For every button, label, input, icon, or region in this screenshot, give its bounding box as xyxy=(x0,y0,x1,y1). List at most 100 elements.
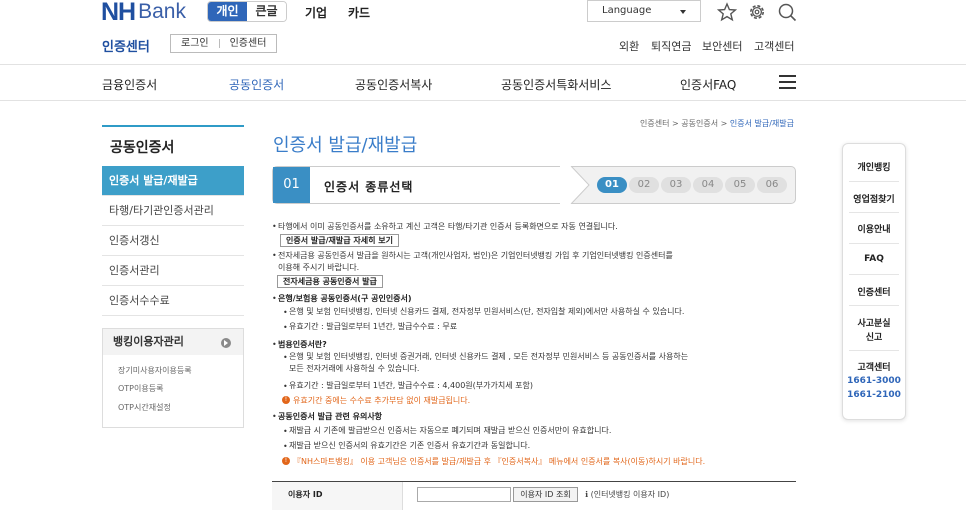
quick-usage-guide[interactable]: 이용안내 xyxy=(843,222,905,235)
bullet-marker: • xyxy=(283,442,288,451)
personal-tab[interactable]: 개인 xyxy=(208,2,247,21)
logo-nh-text: NH xyxy=(101,0,136,26)
issue-detail-button[interactable]: 인증서 발급/재발급 자세히 보기 xyxy=(280,234,399,247)
bullet-marker: • xyxy=(283,323,288,332)
sidebar-item-other-bank[interactable]: 타행/타기관인증서관리 xyxy=(102,196,244,226)
user-id-lookup-button[interactable]: 이용자 ID 조회 xyxy=(513,487,578,502)
quick-divider xyxy=(849,181,899,182)
gnb-divider xyxy=(0,100,966,101)
gnb-joint-cert[interactable]: 공동인증서 xyxy=(229,76,284,93)
user-id-note: ℹ (인터넷뱅킹 이용자 ID) xyxy=(585,489,669,500)
gnb-special-service[interactable]: 공동인증서특화서비스 xyxy=(501,76,611,93)
section-bank-cert-heading: 은행/보험용 공동인증서(구 공인인증서) xyxy=(278,294,412,303)
step-chevron-shape xyxy=(560,166,590,204)
chevron-down-icon xyxy=(680,10,686,14)
banking-link-dormant[interactable]: 장기미사용자이용등록 xyxy=(118,365,192,376)
general-cert-usage-line2: 모든 전자거래에 사용하실 수 있습니다. xyxy=(289,364,420,373)
notice-tax-line1: 전자세금용 공동인증서 발급을 원하시는 고객(개인사업자, 법인)은 기업인터… xyxy=(278,251,673,260)
step-pill-02: 02 xyxy=(629,177,659,193)
user-id-label: 이용자 ID xyxy=(288,490,323,499)
gnb-cert-copy[interactable]: 공동인증서복사 xyxy=(355,76,432,93)
tax-cert-issue-button[interactable]: 전자세금용 공동인증서 발급 xyxy=(277,275,383,288)
section-buttons: 로그인 인증센터 xyxy=(170,34,278,53)
sidebar-top-rule xyxy=(102,125,244,127)
banking-link-otp-time[interactable]: OTP시간재설정 xyxy=(118,402,171,413)
star-icon[interactable] xyxy=(717,2,737,22)
language-select[interactable]: Language xyxy=(587,0,701,22)
bullet-marker: • xyxy=(283,353,288,362)
breadcrumb-item[interactable]: 공동인증서 xyxy=(681,119,718,128)
quick-divider xyxy=(849,350,899,351)
smart-banking-copy-warning: 『NH스마트뱅킹』 이용 고객님은 인증서를 발급/재발급 후 『인증서복사』 … xyxy=(293,457,706,466)
general-cert-usage-line1: 은행 및 보험 인터넷뱅킹, 인터넷 증권거래, 인터넷 신용카드 결제 , 모… xyxy=(289,352,689,361)
section-title[interactable]: 인증센터 xyxy=(102,36,150,55)
bank-cert-validity: 유효기간 : 발급일로부터 1년간, 발급수수료 : 무료 xyxy=(289,322,458,331)
breadcrumb: 인증센터 > 공동인증서 > 인증서 발급/재발급 xyxy=(640,119,794,128)
sidebar-item-fee[interactable]: 인증서수수료 xyxy=(102,286,244,316)
general-cert-validity: 유효기간 : 발급일로부터 1년간, 발급수수료 : 4,400원(부가가치세 … xyxy=(289,381,533,390)
info-icon: ℹ xyxy=(585,490,589,499)
page-title: 인증서 발급/재발급 xyxy=(273,135,418,156)
large-text-tab[interactable]: 큰글 xyxy=(247,2,286,21)
top-nav-card[interactable]: 카드 xyxy=(348,4,370,21)
logo-bank-text: Bank xyxy=(138,0,186,23)
gear-icon[interactable] xyxy=(747,2,767,22)
top-nav-corporate[interactable]: 기업 xyxy=(305,4,327,21)
warning-icon: ! xyxy=(282,396,290,404)
language-label: Language xyxy=(602,5,652,16)
quick-divider xyxy=(849,274,899,275)
util-link-forex[interactable]: 외환 xyxy=(619,38,639,54)
step-current-number: 01 xyxy=(273,167,310,203)
notice-tax-line2: 이용해 주시기 바랍니다. xyxy=(278,263,360,272)
quick-branch-finder[interactable]: 영업점찾기 xyxy=(843,192,905,205)
quick-loss-report[interactable]: 사고분실 xyxy=(843,316,905,329)
bullet-marker: • xyxy=(283,308,288,317)
util-link-security[interactable]: 보안센터 xyxy=(702,38,742,54)
quick-divider xyxy=(849,243,899,244)
step-pill-06: 06 xyxy=(757,177,787,193)
search-icon[interactable] xyxy=(777,2,797,22)
user-id-input[interactable] xyxy=(417,487,511,502)
bullet-marker: • xyxy=(272,294,277,303)
util-link-customer[interactable]: 고객센터 xyxy=(754,38,794,54)
gnb-cert-faq[interactable]: 인증서FAQ xyxy=(680,76,736,93)
nh-bank-logo[interactable]: NH Bank xyxy=(101,0,186,26)
sidebar-item-issue[interactable]: 인증서 발급/재발급 xyxy=(102,166,244,196)
quick-divider xyxy=(849,212,899,213)
login-button[interactable]: 로그인 xyxy=(171,35,219,52)
general-cert-reissue-warning: 유효기간 중에는 수수료 추가부담 없이 재발급됩니다. xyxy=(293,396,471,405)
sidebar-item-manage[interactable]: 인증서관리 xyxy=(102,256,244,286)
bullet-marker: • xyxy=(283,382,288,391)
quick-faq[interactable]: FAQ xyxy=(843,254,905,264)
breadcrumb-current: 인증서 발급/재발급 xyxy=(729,119,794,128)
bullet-marker: • xyxy=(272,222,277,231)
bullet-marker: • xyxy=(272,251,277,260)
quick-personal-banking[interactable]: 개인뱅킹 xyxy=(843,160,905,173)
sidebar-item-renew[interactable]: 인증서갱신 xyxy=(102,226,244,256)
quick-customer-center[interactable]: 고객센터 xyxy=(843,360,905,373)
breadcrumb-item[interactable]: 인증센터 xyxy=(640,119,669,128)
user-id-note-text: (인터넷뱅킹 이용자 ID) xyxy=(590,490,670,499)
bullet-marker: • xyxy=(272,340,277,349)
quick-loss-report-line2[interactable]: 신고 xyxy=(843,330,905,343)
notice-other-bank: 타행에서 이미 공동인증서를 소유하고 계신 고객은 타행/타기관 인증서 등록… xyxy=(278,222,618,231)
bank-cert-usage: 은행 및 보험 인터넷뱅킹, 인터넷 신용카드 결제, 전자정부 민원서비스(단… xyxy=(289,307,685,316)
banking-link-otp-register[interactable]: OTP이용등록 xyxy=(118,383,163,394)
caution-revoke: 재발급 시 기존에 발급받으신 인증서는 자동으로 폐기되며 재발급 받으신 인… xyxy=(289,426,612,435)
cert-center-button[interactable]: 인증센터 xyxy=(220,35,277,52)
hamburger-menu-icon[interactable] xyxy=(779,75,796,89)
caution-validity: 재발급 받으신 인증서의 유효기간은 기존 인증서 유효기간과 동일합니다. xyxy=(289,441,531,450)
quick-phone-2[interactable]: 1661-2100 xyxy=(843,390,905,400)
quick-phone-1[interactable]: 1661-3000 xyxy=(843,376,905,386)
gnb-financial-cert[interactable]: 금융인증서 xyxy=(102,76,157,93)
step-current-panel xyxy=(273,167,571,203)
step-current-label: 인증서 종류선택 xyxy=(324,180,414,194)
quick-cert-center[interactable]: 인증센터 xyxy=(843,285,905,298)
chevron-right-circle-icon[interactable] xyxy=(221,338,231,348)
warning-icon: ! xyxy=(282,457,290,465)
util-link-pension[interactable]: 퇴직연금 xyxy=(651,38,691,54)
header-divider xyxy=(0,64,966,65)
step-pill-04: 04 xyxy=(693,177,723,193)
step-pill-03: 03 xyxy=(661,177,691,193)
user-type-toggle: 개인 큰글 xyxy=(207,1,287,22)
